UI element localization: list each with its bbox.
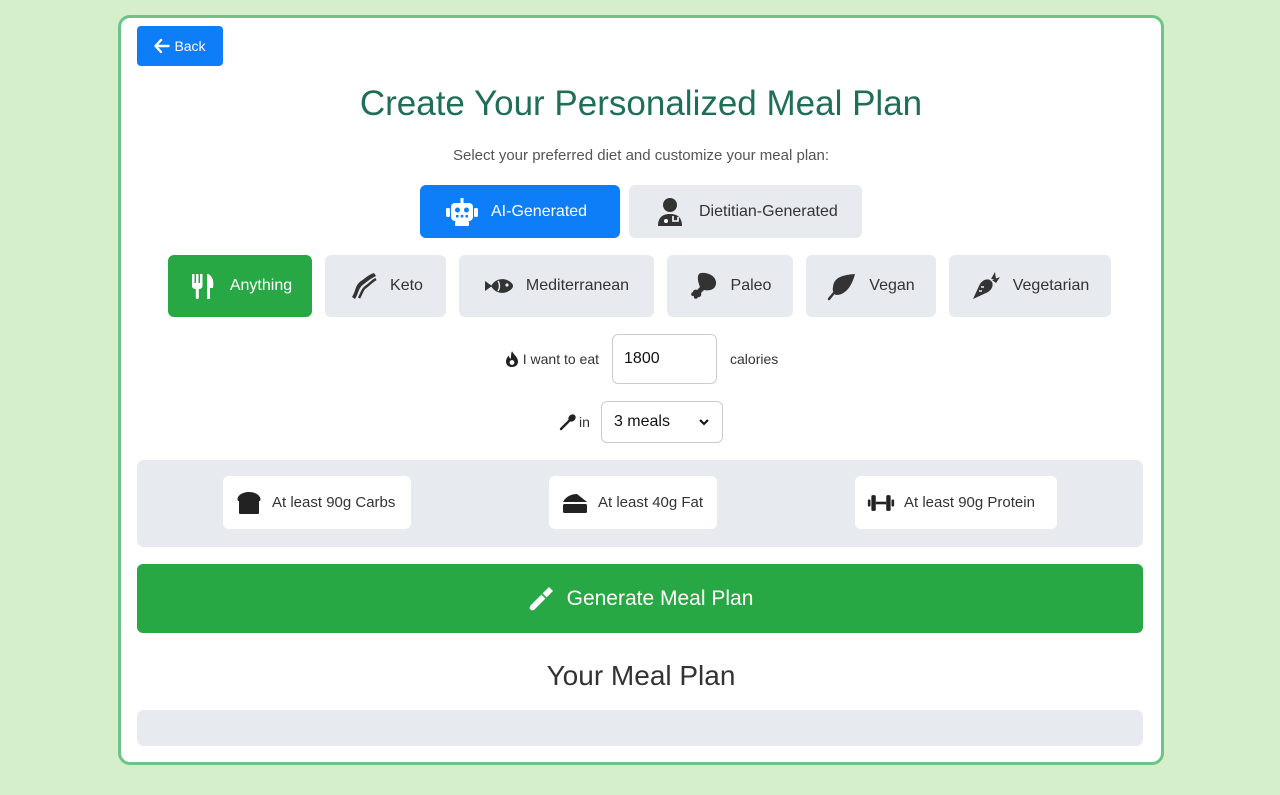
fish-icon — [484, 279, 513, 293]
diet-mediterranean-label: Mediterranean — [525, 277, 630, 294]
generate-button-label: Generate Meal Plan — [566, 586, 754, 610]
generation-mode-group: AI-Generated Dietitian-Generated — [121, 185, 1161, 238]
magic-wand-icon — [529, 586, 553, 610]
dietitian-generated-button[interactable]: Dietitian-Generated — [629, 185, 862, 238]
generate-meal-plan-button[interactable]: Generate Meal Plan — [137, 564, 1143, 633]
bacon-icon — [352, 273, 377, 299]
calorie-suffix: calories — [730, 351, 779, 367]
calorie-row: I want to eat calories — [121, 334, 1161, 384]
diet-paleo-label: Paleo — [730, 277, 772, 294]
robot-icon — [446, 197, 478, 226]
utensils-icon — [191, 274, 214, 299]
diet-vegan-button[interactable]: Vegan — [806, 255, 936, 317]
page-title: Create Your Personalized Meal Plan — [359, 84, 923, 123]
meals-select-value: 3 meals — [613, 413, 670, 430]
arrow-left-icon — [154, 38, 171, 54]
macro-targets-panel: At least 90g Carbs At least 40g Fat At l… — [137, 460, 1143, 547]
chevron-down-icon — [699, 419, 709, 426]
ai-generated-button[interactable]: AI-Generated — [420, 185, 620, 238]
macro-carbs: At least 90g Carbs — [223, 476, 411, 529]
meal-plan-output — [137, 710, 1143, 746]
diet-vegan-label: Vegan — [869, 277, 915, 294]
diet-vegetarian-label: Vegetarian — [1012, 277, 1090, 294]
meals-select[interactable]: 3 meals — [600, 401, 723, 443]
ai-generated-label: AI-Generated — [491, 202, 588, 220]
dietitian-generated-label: Dietitian-Generated — [699, 202, 838, 220]
calorie-prefix: I want to eat — [522, 351, 600, 367]
carrot-icon — [972, 272, 1000, 299]
meals-prefix: in — [579, 414, 590, 430]
back-button[interactable]: Back — [137, 26, 223, 66]
macro-fat-label: At least 40g Fat — [598, 494, 704, 511]
macro-fat: At least 40g Fat — [549, 476, 717, 529]
meals-row: in 3 meals — [121, 401, 1161, 443]
diet-mediterranean-button[interactable]: Mediterranean — [459, 255, 654, 317]
fire-icon — [505, 351, 518, 367]
diet-vegetarian-button[interactable]: Vegetarian — [949, 255, 1111, 317]
macro-protein: At least 90g Protein — [855, 476, 1057, 529]
diet-anything-button[interactable]: Anything — [168, 255, 312, 317]
leaf-icon — [828, 274, 856, 301]
macro-protein-label: At least 90g Protein — [904, 494, 1035, 511]
dumbbell-icon — [867, 494, 895, 511]
diet-keto-label: Keto — [390, 277, 423, 294]
spoon-icon — [559, 414, 576, 431]
doctor-icon — [658, 197, 682, 226]
macro-carbs-label: At least 90g Carbs — [272, 494, 396, 511]
meal-plan-heading: Your Meal Plan — [546, 660, 736, 691]
bread-icon — [237, 491, 261, 514]
diet-keto-button[interactable]: Keto — [325, 255, 446, 317]
diet-options: Anything Keto Mediterranean Paleo Vegan … — [168, 255, 1111, 317]
cheese-icon — [563, 493, 587, 513]
calorie-input[interactable] — [612, 334, 718, 384]
diet-paleo-button[interactable]: Paleo — [667, 255, 793, 317]
page-subtitle: Select your preferred diet and customize… — [452, 147, 830, 164]
back-button-label: Back — [174, 38, 206, 54]
drumstick-icon — [690, 272, 716, 299]
diet-anything-label: Anything — [229, 277, 293, 294]
meal-plan-card: Back Create Your Personalized Meal Plan … — [118, 15, 1164, 765]
